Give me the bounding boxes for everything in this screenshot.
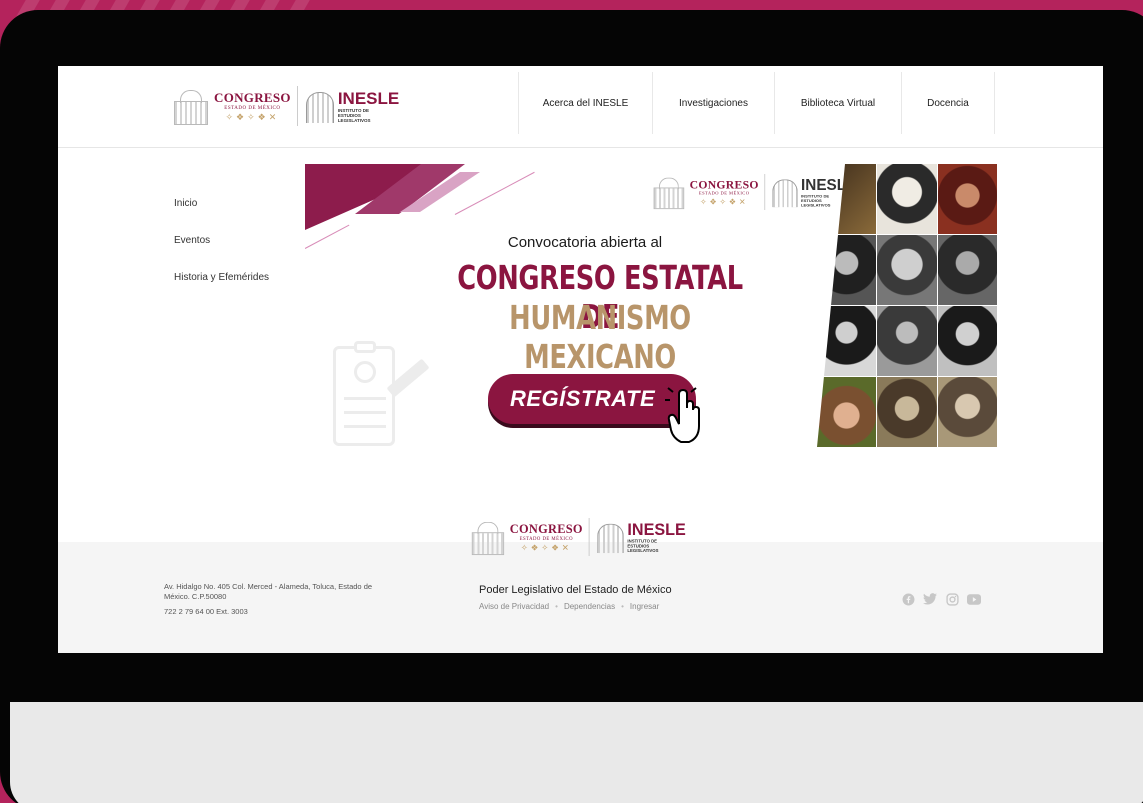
sidebar-item-eventos[interactable]: Eventos (174, 235, 269, 272)
twitter-icon[interactable] (923, 592, 937, 606)
clipboard-clip (354, 341, 376, 353)
congreso-symbols: ✧❖✧❖✕ (699, 196, 749, 206)
congreso-symbols: ✧❖✧❖✕ (225, 111, 280, 122)
clipboard-line (344, 425, 386, 428)
portrait-photo (877, 164, 937, 234)
inesle-logo-text: INESLE INSTITUTO DE ESTUDIOS LEGISLATIVO… (337, 88, 400, 123)
congreso-logo-text: CONGRESO ESTADO DE MÉXICO ✧❖✧❖✕ (214, 90, 291, 123)
building-icon (468, 519, 506, 556)
main-nav: Acerca del INESLE Investigaciones Biblio… (518, 72, 995, 134)
nav-docencia[interactable]: Docencia (901, 72, 995, 134)
banner-logo: CONGRESO ESTADO DE MÉXICO ✧❖✧❖✕ INESLE I… (650, 174, 856, 210)
portrait-photo (937, 235, 997, 305)
clipboard-user (354, 361, 376, 383)
facebook-icon[interactable] (901, 592, 915, 606)
youtube-icon[interactable] (967, 592, 981, 606)
congreso-logo-text: CONGRESO ESTADO DE MÉXICO ✧❖✧❖✕ (690, 177, 759, 207)
inesle-arch-icon (770, 176, 798, 208)
inesle-arch-icon (595, 520, 624, 554)
congreso-logo-text: CONGRESO ESTADO DE MÉXICO ✧❖✧❖✕ (510, 521, 583, 552)
portrait-photo (817, 235, 877, 305)
sidebar-menu: Inicio Eventos Historia y Efemérides (174, 198, 269, 309)
banner-title-line2: HUMANISMO MEXICANO (509, 298, 691, 376)
portrait-photo (877, 235, 937, 305)
nav-investigaciones[interactable]: Investigaciones (652, 72, 774, 134)
footer-address: Av. Hidalgo No. 405 Col. Merced - Alamed… (164, 582, 373, 601)
instagram-icon[interactable] (945, 592, 959, 606)
building-icon (650, 175, 686, 210)
banner-line (305, 224, 350, 249)
clipboard-line (344, 411, 386, 414)
congreso-subtitle: ESTADO DE MÉXICO (698, 191, 750, 197)
congreso-subtitle: ESTADO DE MÉXICO (519, 536, 573, 542)
sidebar-item-inicio[interactable]: Inicio (174, 198, 269, 235)
portrait-photo (877, 377, 937, 447)
inesle-name: INESLE (337, 88, 400, 108)
footer-link-separator: • (621, 602, 624, 611)
portrait-photo (817, 306, 877, 376)
congreso-name: CONGRESO (509, 521, 583, 536)
footer-link-privacidad[interactable]: Aviso de Privacidad (479, 602, 549, 611)
footer-logo: CONGRESO ESTADO DE MÉXICO ✧❖✧❖✕ INESLE I… (468, 518, 686, 556)
portrait-collage (817, 164, 997, 447)
logo-divider (296, 86, 298, 126)
footer-link-separator: • (555, 602, 558, 611)
nav-biblioteca-virtual[interactable]: Biblioteca Virtual (774, 72, 901, 134)
hero-banner[interactable]: CONGRESO ESTADO DE MÉXICO ✧❖✧❖✕ INESLE I… (305, 164, 997, 447)
clipboard-icon (333, 341, 395, 446)
logo-divider (588, 518, 590, 556)
inesle-subtitle: INSTITUTO DE ESTUDIOS LEGISLATIVOS (627, 538, 659, 553)
portrait-photo (937, 164, 997, 234)
congreso-name: CONGRESO (689, 177, 759, 191)
footer-link-ingresar[interactable]: Ingresar (630, 602, 659, 611)
banner-intro: Convocatoria abierta al (507, 234, 663, 251)
inesle-name: INESLE (627, 520, 686, 539)
footer-phone: 722 2 79 64 00 Ext. 3003 (164, 607, 248, 616)
social-links (901, 592, 981, 606)
congreso-symbols: ✧❖✧❖✕ (520, 542, 572, 552)
website-screen: CONGRESO ESTADO DE MÉXICO ✧❖✧❖✕ INESLE I… (58, 66, 1103, 653)
footer-links: Aviso de Privacidad • Dependencias • Ing… (479, 602, 659, 611)
footer-org-name: Poder Legislativo del Estado de México (479, 584, 672, 596)
congreso-name: CONGRESO (214, 89, 291, 105)
site-header: CONGRESO ESTADO DE MÉXICO ✧❖✧❖✕ INESLE I… (58, 66, 1103, 148)
inesle-arch-icon (304, 88, 334, 124)
clipboard-line (344, 397, 386, 400)
footer-link-dependencias[interactable]: Dependencias (564, 602, 615, 611)
congreso-subtitle: ESTADO DE MÉXICO (224, 105, 281, 111)
portrait-photo (937, 306, 997, 376)
inesle-logo-text: INESLE INSTITUTO DE ESTUDIOS LEGISLATIVO… (627, 520, 686, 553)
portrait-photo (817, 377, 877, 447)
portrait-photo (877, 306, 937, 376)
portrait-photo (937, 377, 997, 447)
logo-divider (764, 174, 766, 210)
inesle-subtitle: INSTITUTO DE ESTUDIOS LEGISLATIVOS (337, 107, 371, 123)
inesle-subtitle: INSTITUTO DE ESTUDIOS LEGISLATIVOS (801, 193, 831, 207)
pointer-hand-icon (665, 387, 700, 443)
monitor-chin (10, 702, 1143, 803)
site-logo[interactable]: CONGRESO ESTADO DE MÉXICO ✧❖✧❖✕ INESLE I… (170, 86, 399, 126)
building-icon (170, 87, 210, 125)
sidebar-item-historia[interactable]: Historia y Efemérides (174, 272, 269, 309)
nav-acerca[interactable]: Acerca del INESLE (518, 72, 652, 134)
